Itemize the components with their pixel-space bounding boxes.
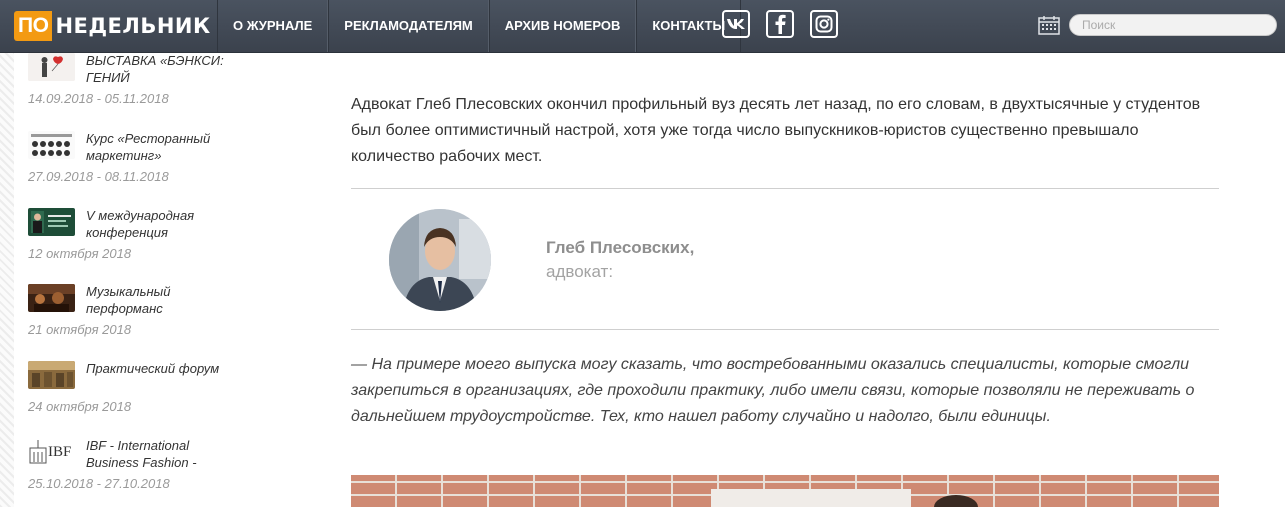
event-title: IBF - International Business Fashion - [86,438,197,470]
divider [351,329,1219,330]
event-thumbnail [28,361,75,389]
site-logo[interactable]: ПО НЕДЕЛЬНИК [14,11,211,41]
article-photo [351,475,1219,507]
event-date: 25.10.2018 - 27.10.2018 [28,476,170,491]
nav-about[interactable]: О ЖУРНАЛЕ [217,0,329,52]
event-thumbnail [28,284,75,312]
article-paragraph: Адвокат Глеб Плесовских окончил профильн… [351,96,1201,165]
author-quote: — На примере моего выпуска могу сказать,… [351,356,1195,425]
top-navigation-bar: ПО НЕДЕЛЬНИК О ЖУРНАЛЕ РЕКЛАМОДАТЕЛЯМ АР… [0,0,1285,53]
author-name: Глеб Плесовских, [546,238,695,257]
event-date: 21 октября 2018 [28,322,132,337]
event-thumbnail: IBF [28,438,75,466]
event-title: ВЫСТАВКА «БЭНКСИ: ГЕНИЙ [86,53,224,85]
event-date: 27.09.2018 - 08.11.2018 [28,169,169,184]
event-title: Музыкальный перформанс [86,284,171,316]
main-menu: О ЖУРНАЛЕ РЕКЛАМОДАТЕЛЯМ АРХИВ НОМЕРОВ К… [217,0,742,52]
calendar-icon[interactable] [1038,15,1060,35]
vk-glyph [727,19,745,29]
logo-prefix: ПО [14,11,53,41]
logo-text: НЕДЕЛЬНИК [55,14,211,38]
search-input[interactable] [1069,14,1277,36]
event-thumbnail [28,131,75,159]
nav-archive[interactable]: АРХИВ НОМЕРОВ [488,0,637,52]
event-thumbnail [28,208,75,236]
author-role: адвокат: [546,262,614,281]
nav-advertisers[interactable]: РЕКЛАМОДАТЕЛЯМ [328,0,489,52]
instagram-glyph [815,15,833,33]
ibf-building-icon [29,440,47,464]
event-thumbnail [28,53,75,81]
vk-icon[interactable] [722,10,750,38]
ibf-logo-text: IBF [48,443,72,460]
event-date: 12 октября 2018 [28,246,132,261]
facebook-icon[interactable] [766,10,794,38]
event-date: 24 октября 2018 [28,399,132,414]
event-title: Курс «Ресторанный маркетинг» [86,131,211,163]
facebook-glyph [775,14,786,34]
sidebar-pattern [0,53,14,507]
event-date: 14.09.2018 - 05.11.2018 [28,91,169,106]
event-title: Практический форум [86,361,220,376]
divider [351,188,1219,189]
author-avatar [389,209,491,311]
instagram-icon[interactable] [810,10,838,38]
event-title: V международная конференция [86,208,195,240]
